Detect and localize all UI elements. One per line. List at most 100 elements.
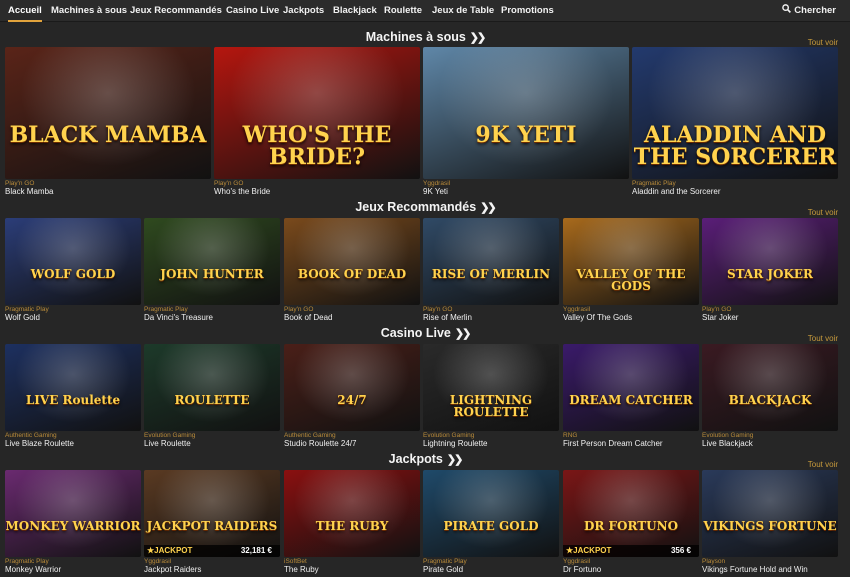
nav-item-accueil[interactable]: Accueil	[8, 0, 42, 22]
game-name[interactable]: 9K Yeti	[423, 187, 448, 196]
game-provider: Play'n GO	[702, 306, 732, 313]
game-provider: Evolution Gaming	[702, 432, 754, 439]
game-tile-star-joker[interactable]: STAR JOKER Play'n GO Star Joker	[702, 218, 838, 327]
game-tile-live-blaze-roulette[interactable]: LIVE Roulette Authentic Gaming Live Blaze …	[5, 344, 141, 453]
game-name[interactable]: Live Roulette	[144, 439, 191, 448]
game-thumbnail[interactable]: BOOK OF DEAD	[284, 218, 420, 305]
game-tile-monkey-warrior[interactable]: MONKEY WARRIOR Pragmatic Play Monkey Warri…	[5, 470, 141, 577]
nav-item-jackpots[interactable]: Jackpots	[283, 0, 324, 22]
double-chevron-right-icon: ❯❯	[446, 454, 464, 466]
game-thumbnail[interactable]: BLACK MAMBA	[5, 47, 211, 179]
game-name[interactable]: Live Blaze Roulette	[5, 439, 74, 448]
double-chevron-right-icon: ❯❯	[469, 32, 487, 44]
game-logo-text: WOLF GOLD	[30, 267, 116, 281]
see-all-link[interactable]: Tout voir	[808, 38, 838, 47]
section-title-casino-live[interactable]: Casino Live ❯❯	[0, 326, 850, 340]
game-tile-pirate-gold[interactable]: PIRATE GOLD Pragmatic Play Pirate Gold	[423, 470, 559, 577]
game-tile-black-mamba[interactable]: BLACK MAMBA Play'n GO Black Mamba	[5, 47, 211, 201]
game-logo-text: DREAM CATCHER	[569, 393, 693, 407]
section-title-label: Jeux Recommandés	[355, 200, 477, 214]
game-name[interactable]: Vikings Fortune Hold and Win	[702, 565, 808, 574]
game-name[interactable]: Jackpot Raiders	[144, 565, 201, 574]
see-all-link[interactable]: Tout voir	[808, 460, 838, 469]
game-logo-text: WHO'S THE BRIDE?	[242, 122, 392, 170]
see-all-link[interactable]: Tout voir	[808, 208, 838, 217]
game-tile-first-person-dream-catcher[interactable]: DREAM CATCHER RNG First Person Dream Catch…	[563, 344, 699, 453]
game-logo-text: BLACKJACK	[728, 393, 812, 407]
game-logo-text: BLACK MAMBA	[9, 122, 207, 148]
game-name[interactable]: First Person Dream Catcher	[563, 439, 663, 448]
game-name[interactable]: Who's the Bride	[214, 187, 270, 196]
section-title-jeux-recommandes[interactable]: Jeux Recommandés ❯❯	[0, 200, 850, 214]
game-thumbnail[interactable]: ALADDIN AND THE SORCERER	[632, 47, 838, 179]
game-name[interactable]: Black Mamba	[5, 187, 53, 196]
game-tile-valley-of-the-gods[interactable]: VALLEY OF THE GODS Yggdrasil Valley Of The…	[563, 218, 699, 327]
game-name[interactable]: Monkey Warrior	[5, 565, 61, 574]
game-thumbnail[interactable]: DREAM CATCHER	[563, 344, 699, 431]
game-tile-vikings-fortune-hold-and-win[interactable]: VIKINGS FORTUNE Playson Vikings Fortune Ho…	[702, 470, 838, 577]
game-thumbnail[interactable]: WOLF GOLD	[5, 218, 141, 305]
nav-item-jeux-recommandes[interactable]: Jeux Recommandés	[130, 0, 222, 22]
nav-item-casino-live[interactable]: Casino Live	[226, 0, 279, 22]
game-thumbnail[interactable]: LIGHTNING ROULETTE	[423, 344, 559, 431]
game-thumbnail[interactable]: 24/7	[284, 344, 420, 431]
search-button[interactable]: Chercher	[782, 0, 836, 22]
game-name[interactable]: Pirate Gold	[423, 565, 463, 574]
game-tile-live-roulette[interactable]: ROULETTE Evolution Gaming Live Roulette	[144, 344, 280, 453]
jackpot-amount: 32,181 €	[240, 546, 272, 555]
see-all-link[interactable]: Tout voir	[808, 334, 838, 343]
game-name[interactable]: Studio Roulette 24/7	[284, 439, 357, 448]
game-thumbnail[interactable]: MONKEY WARRIOR	[5, 470, 141, 557]
game-thumbnail[interactable]: 9K YETI	[423, 47, 629, 179]
game-name[interactable]: Wolf Gold	[5, 313, 40, 322]
nav-item-roulette[interactable]: Roulette	[384, 0, 422, 22]
game-thumbnail[interactable]: JACKPOT RAIDERS ★JACKPOT 32,181 €	[144, 470, 280, 557]
game-name[interactable]: Rise of Merlin	[423, 313, 472, 322]
nav-item-promotions[interactable]: Promotions	[501, 0, 554, 22]
game-thumbnail[interactable]: PIRATE GOLD	[423, 470, 559, 557]
nav-item-jeux-de-table[interactable]: Jeux de Table	[432, 0, 494, 22]
game-tile-aladdin-and-the-sorcerer[interactable]: ALADDIN AND THE SORCERER Pragmatic Play Al…	[632, 47, 838, 201]
game-thumbnail[interactable]: ROULETTE	[144, 344, 280, 431]
game-thumbnail[interactable]: DR FORTUNO ★JACKPOT 356 €	[563, 470, 699, 557]
game-name[interactable]: The Ruby	[284, 565, 319, 574]
game-thumbnail[interactable]: VALLEY OF THE GODS	[563, 218, 699, 305]
game-tile-dr-fortuno[interactable]: DR FORTUNO ★JACKPOT 356 € Yggdrasil Dr Fortu…	[563, 470, 699, 577]
game-thumbnail[interactable]: LIVE Roulette	[5, 344, 141, 431]
game-tile-the-ruby[interactable]: THE RUBY iSoftBet The Ruby	[284, 470, 420, 577]
game-tile-live-blackjack[interactable]: BLACKJACK Evolution Gaming Live Blackjack	[702, 344, 838, 453]
game-thumbnail[interactable]: BLACKJACK	[702, 344, 838, 431]
game-tile-da-vinci-s-treasure[interactable]: JOHN HUNTER Pragmatic Play Da Vinci's Trea…	[144, 218, 280, 327]
game-logo-text: 9K YETI	[475, 122, 577, 148]
game-tile-who-s-the-bride[interactable]: WHO'S THE BRIDE? Play'n GO Who's the Bride	[214, 47, 420, 201]
game-tile-rise-of-merlin[interactable]: RISE OF MERLIN Play'n GO Rise of Merlin	[423, 218, 559, 327]
game-tile-lightning-roulette[interactable]: LIGHTNING ROULETTE Evolution Gaming Lightn…	[423, 344, 559, 453]
nav-item-blackjack[interactable]: Blackjack	[333, 0, 377, 22]
game-name[interactable]: Star Joker	[702, 313, 738, 322]
game-provider: Yggdrasil	[563, 306, 591, 313]
game-tile-studio-roulette-24-7[interactable]: 24/7 Authentic Gaming Studio Roulette 24/7	[284, 344, 420, 453]
game-name[interactable]: Dr Fortuno	[563, 565, 601, 574]
nav-item-machines-a-sous[interactable]: Machines à sous	[51, 0, 127, 22]
game-thumbnail[interactable]: VIKINGS FORTUNE	[702, 470, 838, 557]
game-thumbnail[interactable]: STAR JOKER	[702, 218, 838, 305]
game-name[interactable]: Valley Of The Gods	[563, 313, 632, 322]
game-provider: iSoftBet	[284, 558, 307, 565]
game-name[interactable]: Aladdin and the Sorcerer	[632, 187, 721, 196]
game-tile-9k-yeti[interactable]: 9K YETI Yggdrasil 9K Yeti	[423, 47, 629, 201]
game-tile-book-of-dead[interactable]: BOOK OF DEAD Play'n GO Book of Dead	[284, 218, 420, 327]
game-name[interactable]: Book of Dead	[284, 313, 332, 322]
game-name[interactable]: Live Blackjack	[702, 439, 753, 448]
game-name[interactable]: Da Vinci's Treasure	[144, 313, 213, 322]
search-label: Chercher	[794, 5, 836, 16]
game-thumbnail[interactable]: JOHN HUNTER	[144, 218, 280, 305]
game-name[interactable]: Lightning Roulette	[423, 439, 488, 448]
game-tile-jackpot-raiders[interactable]: JACKPOT RAIDERS ★JACKPOT 32,181 € Yggdrasil…	[144, 470, 280, 577]
game-thumbnail[interactable]: WHO'S THE BRIDE?	[214, 47, 420, 179]
game-thumbnail[interactable]: THE RUBY	[284, 470, 420, 557]
game-tile-wolf-gold[interactable]: WOLF GOLD Pragmatic Play Wolf Gold	[5, 218, 141, 327]
section-title-machines-a-sous[interactable]: Machines à sous ❯❯	[0, 30, 850, 44]
game-provider: Play'n GO	[5, 180, 35, 187]
game-thumbnail[interactable]: RISE OF MERLIN	[423, 218, 559, 305]
section-title-jackpots[interactable]: Jackpots ❯❯	[0, 452, 850, 466]
